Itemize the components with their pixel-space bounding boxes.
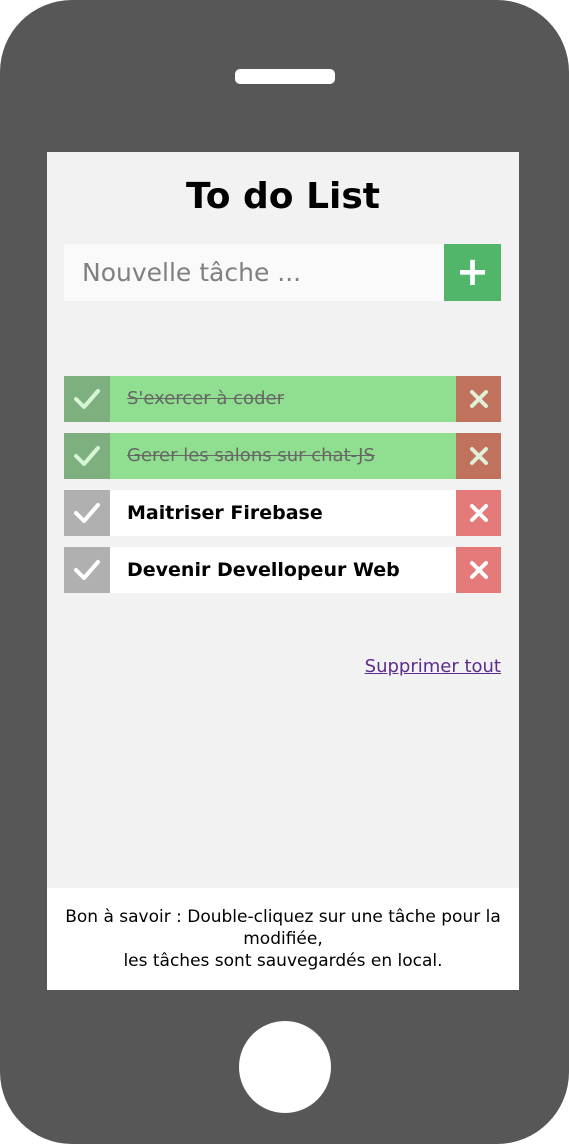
add-task-form: +: [64, 244, 501, 301]
check-icon[interactable]: [64, 490, 110, 536]
task-item[interactable]: Gerer les salons sur chat-JS: [64, 433, 501, 479]
footer-line-2: les tâches sont sauvegardés en local.: [123, 951, 443, 971]
task-label[interactable]: S'exercer à coder: [127, 376, 284, 422]
check-icon[interactable]: [64, 376, 110, 422]
phone-speaker: [235, 69, 335, 84]
task-item[interactable]: Maitriser Firebase: [64, 490, 501, 536]
task-item[interactable]: S'exercer à coder: [64, 376, 501, 422]
task-label[interactable]: Devenir Devellopeur Web: [127, 547, 400, 593]
task-item[interactable]: Devenir Devellopeur Web: [64, 547, 501, 593]
check-icon[interactable]: [64, 433, 110, 479]
close-icon[interactable]: [456, 433, 501, 479]
task-list: S'exercer à coder Gerer les salons sur c…: [64, 376, 501, 604]
phone-frame: To do List + S'exercer à coder Gerer les…: [0, 0, 569, 1144]
delete-all-link[interactable]: Supprimer tout: [365, 656, 501, 677]
footer-note: Bon à savoir : Double-cliquez sur une tâ…: [47, 888, 519, 990]
page-title: To do List: [186, 176, 380, 217]
check-icon[interactable]: [64, 547, 110, 593]
close-icon[interactable]: [456, 490, 501, 536]
new-task-input[interactable]: [64, 244, 444, 301]
add-task-button[interactable]: +: [444, 244, 501, 301]
footer-line-1: Bon à savoir : Double-cliquez sur une tâ…: [65, 907, 501, 949]
close-icon[interactable]: [456, 376, 501, 422]
app-screen: To do List + S'exercer à coder Gerer les…: [47, 152, 519, 990]
task-label[interactable]: Maitriser Firebase: [127, 490, 323, 536]
home-button[interactable]: [239, 1021, 331, 1113]
task-label[interactable]: Gerer les salons sur chat-JS: [127, 433, 375, 479]
close-icon[interactable]: [456, 547, 501, 593]
